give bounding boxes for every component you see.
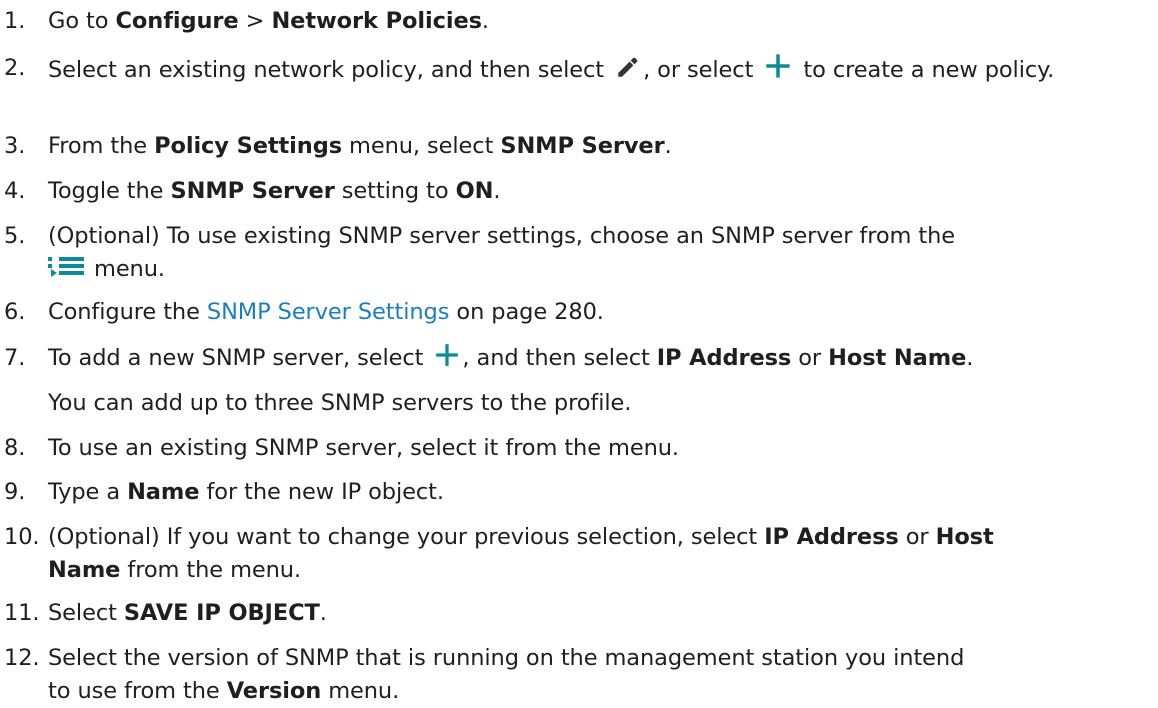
setting-value-on: ON: [455, 178, 494, 204]
menu-network-policies: Network Policies: [271, 8, 482, 34]
step-number: 10.: [4, 524, 40, 550]
step-text: From the Policy Settings menu, select SN…: [48, 133, 672, 159]
step-text: To use an existing SNMP server, select i…: [48, 435, 679, 461]
menu-policy-settings: Policy Settings: [154, 133, 342, 159]
plus-icon: [766, 54, 791, 78]
step-number: 4.: [4, 178, 26, 204]
step-number: 3.: [4, 133, 26, 159]
step-text: (Optional) To use existing SNMP server s…: [48, 223, 956, 282]
procedure-steps: 1. Go to Configure > Network Policies. 2…: [0, 0, 1158, 704]
step-text: Type a Name for the new IP object.: [48, 479, 444, 505]
step-text: (Optional) If you want to change your pr…: [48, 524, 994, 583]
pencil-icon: [618, 57, 638, 77]
option-ip-address: IP Address: [764, 524, 899, 550]
step-text: Go to Configure > Network Policies.: [48, 8, 489, 34]
step-number: 1.: [4, 8, 26, 34]
snmp-server-settings-link[interactable]: SNMP Server Settings: [207, 299, 450, 325]
setting-snmp-server: SNMP Server: [170, 178, 335, 204]
plus-icon: [436, 344, 459, 366]
option-host-name: Host Name: [828, 345, 967, 371]
menu-version: Version: [226, 678, 322, 704]
step-number: 6.: [4, 299, 26, 325]
step-text: Toggle the SNMP Server setting to ON.: [48, 178, 501, 204]
step-text: Select an existing network policy, and t…: [48, 52, 1148, 87]
option-name: Name: [48, 557, 121, 583]
step-number: 9.: [4, 479, 26, 505]
step-number: 7.: [4, 345, 26, 371]
step-text: Configure the SNMP Server Settings on pa…: [48, 299, 604, 325]
step-number: 11.: [4, 600, 40, 626]
menu-configure: Configure: [115, 8, 239, 34]
button-save-ip-object: SAVE IP OBJECT: [123, 600, 320, 626]
step-text: Select SAVE IP OBJECT.: [48, 600, 327, 626]
step-text: Select the version of SNMP that is runni…: [48, 645, 965, 704]
step-number: 5.: [4, 223, 26, 249]
option-ip-address: IP Address: [656, 345, 792, 371]
list-menu-icon: [48, 257, 84, 277]
option-host: Host: [935, 524, 994, 550]
step-text: To add a new SNMP server, select , and t…: [48, 342, 1148, 375]
step-number: 2.: [4, 55, 26, 81]
step-number: 8.: [4, 435, 26, 461]
menu-snmp-server: SNMP Server: [500, 133, 665, 159]
step-note-text: You can add up to three SNMP servers to …: [48, 390, 632, 416]
field-name: Name: [127, 479, 200, 505]
step-number: 12.: [4, 645, 40, 671]
